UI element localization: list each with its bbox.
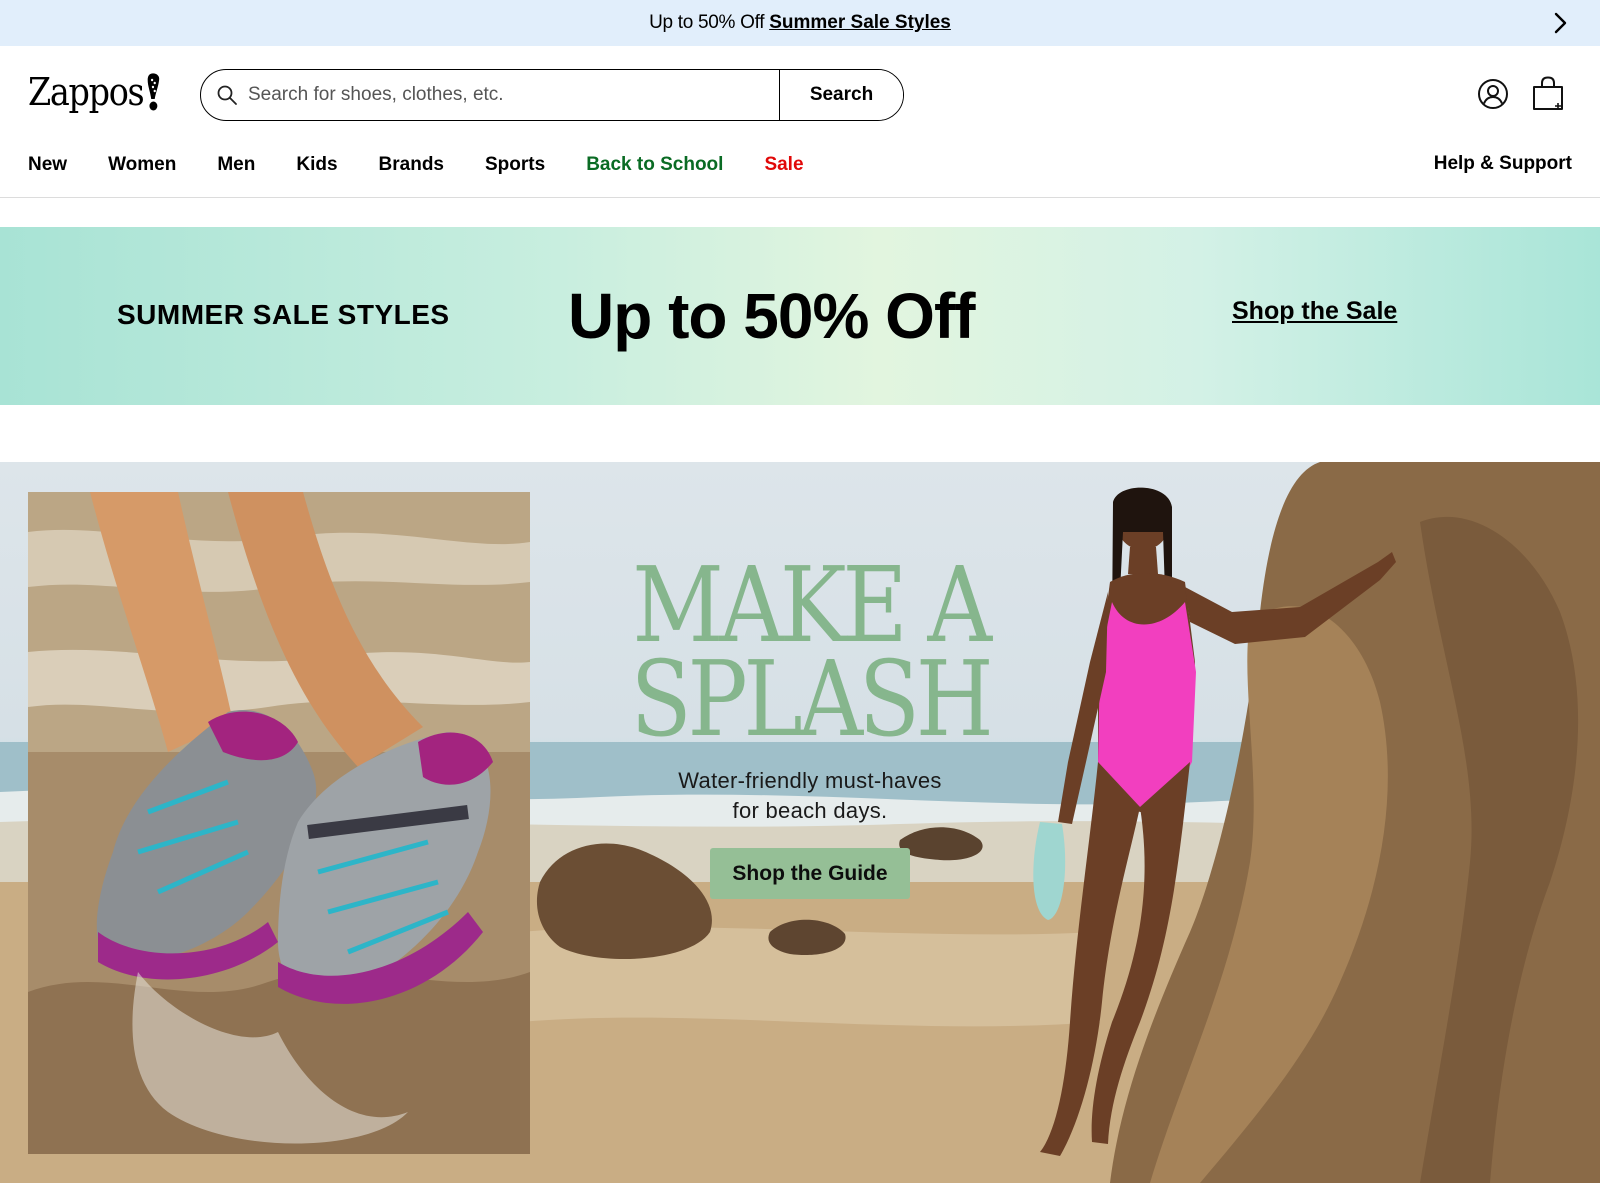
search-bar: Search <box>200 69 904 121</box>
nav-item-sale[interactable]: Sale <box>764 154 803 176</box>
shop-the-sale-link[interactable]: Shop the Sale <box>1232 297 1397 326</box>
sale-headline: Up to 50% Off <box>568 280 976 352</box>
user-icon[interactable] <box>1477 78 1509 110</box>
hero-subtitle-line2: for beach days. <box>732 798 888 823</box>
shop-the-guide-button[interactable]: Shop the Guide <box>710 848 910 899</box>
hero-copy: MAKE A SPLASH Water-friendly must-haves … <box>560 553 1060 899</box>
logo-exclamation-icon <box>147 73 160 111</box>
hero-subtitle-line1: Water-friendly must-haves <box>678 768 942 793</box>
water-shoes-photo <box>28 492 530 1154</box>
site-header: Zappos Search New Women Men Kids Brands … <box>0 46 1600 198</box>
promo-link[interactable]: Summer Sale Styles <box>769 12 951 34</box>
nav-item-women[interactable]: Women <box>108 154 176 176</box>
hero-banner[interactable]: MAKE A SPLASH Water-friendly must-haves … <box>0 462 1600 1183</box>
shopping-bag-icon[interactable] <box>1531 76 1565 112</box>
nav-item-kids[interactable]: Kids <box>296 154 337 176</box>
search-input[interactable] <box>248 70 779 120</box>
nav-item-brands[interactable]: Brands <box>379 154 444 176</box>
water-shoes-image <box>28 492 530 1154</box>
nav-item-back-to-school[interactable]: Back to School <box>586 154 723 176</box>
logo[interactable]: Zappos <box>28 68 161 116</box>
hero-title-line2: SPLASH <box>630 638 994 760</box>
chevron-right-icon[interactable] <box>1548 11 1572 35</box>
search-icon <box>217 85 237 105</box>
main-nav: New Women Men Kids Brands Sports Back to… <box>28 152 845 178</box>
search-button[interactable]: Search <box>779 70 903 120</box>
logo-text: Zappos <box>28 70 145 114</box>
sale-eyebrow: SUMMER SALE STYLES <box>117 299 450 330</box>
promo-bar: Up to 50% Off Summer Sale Styles <box>0 0 1600 46</box>
nav-item-new[interactable]: New <box>28 154 67 176</box>
promo-text: Up to 50% Off <box>649 12 765 33</box>
nav-item-sports[interactable]: Sports <box>485 154 545 176</box>
hero-title: MAKE A SPLASH <box>595 553 1025 760</box>
hero-subtitle: Water-friendly must-haves for beach days… <box>560 766 1060 826</box>
nav-item-men[interactable]: Men <box>217 154 255 176</box>
sale-banner[interactable]: SUMMER SALE STYLES Up to 50% Off Shop th… <box>0 227 1600 405</box>
help-support-link[interactable]: Help & Support <box>1434 153 1572 175</box>
